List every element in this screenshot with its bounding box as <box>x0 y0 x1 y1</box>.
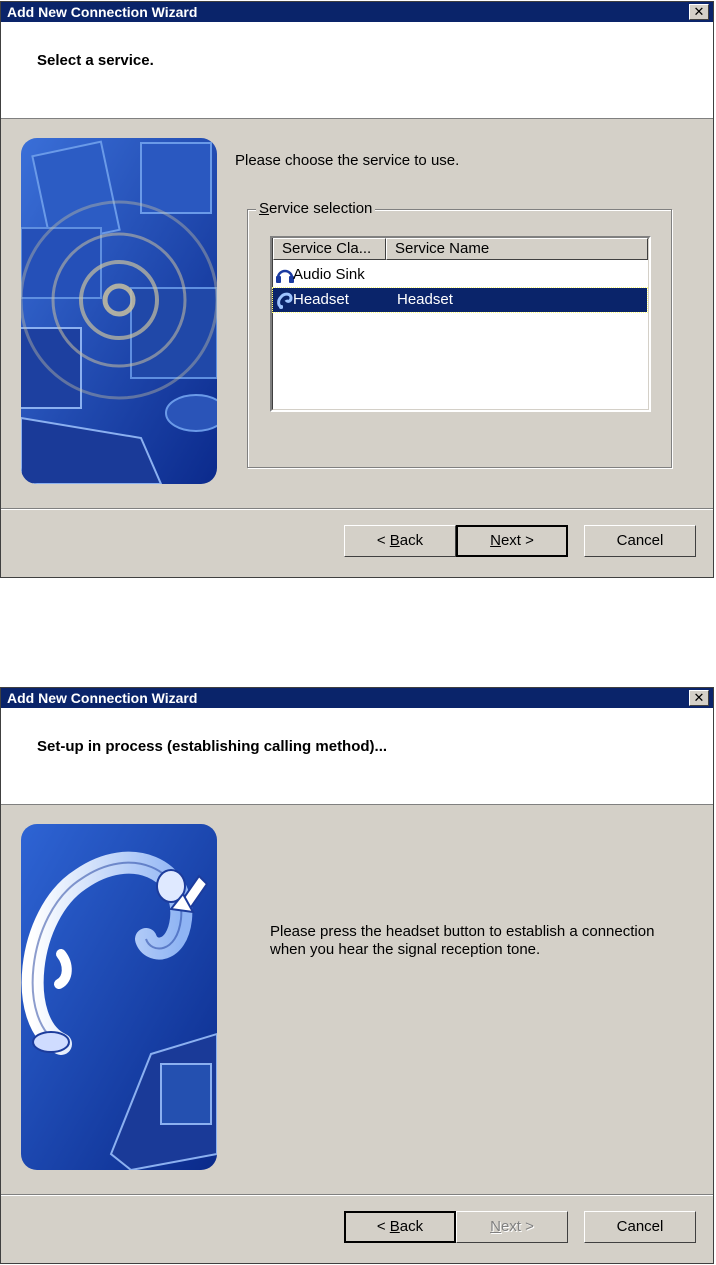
cancel-button[interactable]: Cancel <box>584 1211 696 1243</box>
next-button[interactable]: Next > <box>456 525 568 557</box>
headphones-icon <box>275 266 295 284</box>
cancel-button[interactable]: Cancel <box>584 525 696 557</box>
wizard-dialog-select-service: Add New Connection Wizard ✕ Select a ser… <box>0 1 714 578</box>
wizard-dialog-setup-in-process: Add New Connection Wizard ✕ Set-up in pr… <box>0 687 714 1264</box>
back-button[interactable]: < Back <box>344 1211 456 1243</box>
service-list[interactable]: Service Cla... Service Name Audio Sink H… <box>270 236 651 412</box>
instruction-text: Please choose the service to use. <box>235 152 460 169</box>
service-class-cell: Audio Sink <box>293 266 365 283</box>
next-button[interactable]: Next > <box>456 1211 568 1243</box>
column-header-service-name[interactable]: Service Name <box>386 238 648 260</box>
headset-button-illustration <box>21 824 217 1170</box>
close-icon[interactable]: ✕ <box>689 690 709 706</box>
service-selection-group: Service selection Service Cla... Service… <box>247 200 672 468</box>
wizard-header: Select a service. <box>1 22 713 119</box>
column-header-service-class[interactable]: Service Cla... <box>273 238 386 260</box>
service-name-cell: Headset <box>397 291 453 308</box>
group-label: Service selection <box>256 200 376 217</box>
bluetooth-devices-illustration <box>21 138 217 484</box>
window-title: Add New Connection Wizard <box>7 690 198 706</box>
title-bar[interactable]: Add New Connection Wizard ✕ <box>1 688 713 708</box>
service-class-cell: Headset <box>293 291 349 308</box>
button-separator <box>1 1194 713 1196</box>
back-button[interactable]: < Back <box>344 525 456 557</box>
title-bar[interactable]: Add New Connection Wizard ✕ <box>1 2 713 22</box>
page-title: Select a service. <box>37 52 154 69</box>
headset-icon <box>275 291 295 309</box>
window-title: Add New Connection Wizard <box>7 4 198 20</box>
button-separator <box>1 508 713 510</box>
list-item-headset[interactable]: Headset Headset <box>272 287 648 313</box>
page-title: Set-up in process (establishing calling … <box>37 738 388 755</box>
instruction-text: Please press the headset button to estab… <box>270 923 655 958</box>
close-icon[interactable]: ✕ <box>689 4 709 20</box>
list-item-audio-sink[interactable]: Audio Sink <box>273 263 647 287</box>
wizard-header: Set-up in process (establishing calling … <box>1 708 713 805</box>
